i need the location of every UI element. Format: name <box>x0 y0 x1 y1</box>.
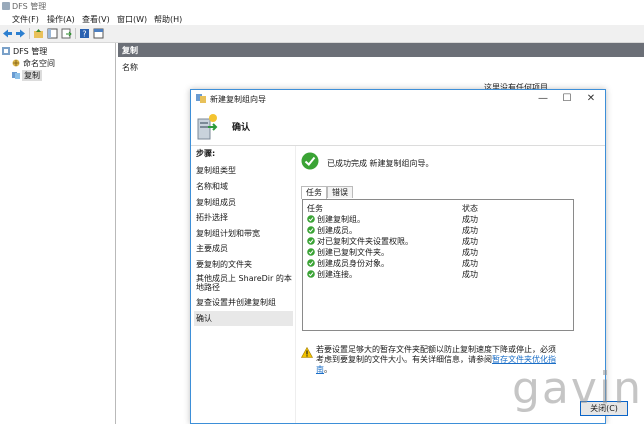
namespace-icon <box>12 59 20 67</box>
table-row: 创建复制组。 成功 <box>303 214 573 224</box>
watermark-text: gavin <box>512 363 644 414</box>
table-row: 创建成员。 成功 <box>303 225 573 235</box>
properties-icon[interactable] <box>93 28 104 39</box>
svg-text:?: ? <box>82 30 86 39</box>
forward-arrow-icon[interactable] <box>15 28 26 39</box>
tab-errors[interactable]: 错误 <box>327 186 353 198</box>
replication-wizard-icon <box>197 114 218 140</box>
wizard-title-icon <box>196 94 206 103</box>
step-item: 名称和域 <box>196 182 228 191</box>
task-status: 成功 <box>462 248 478 257</box>
menu-file[interactable]: 文件(F) <box>12 14 39 25</box>
menu-help[interactable]: 帮助(H) <box>154 14 182 25</box>
success-check-icon <box>307 248 315 256</box>
step-item: 拓扑选择 <box>196 213 228 222</box>
success-check-icon <box>307 270 315 278</box>
back-arrow-icon[interactable] <box>2 28 13 39</box>
wizard-header: 确认 <box>191 108 605 146</box>
task-name: 创建已复制文件夹。 <box>317 248 389 257</box>
task-list: 任务 状态 创建复制组。 成功 创建成员。 成功 对已复制文件夹设置权限。 成功… <box>302 199 574 331</box>
task-status: 成功 <box>462 226 478 235</box>
task-name: 创建复制组。 <box>317 215 365 224</box>
step-item: 要复制的文件夹 <box>196 260 252 269</box>
task-name: 创建成员身份对象。 <box>317 259 389 268</box>
table-row: 对已复制文件夹设置权限。 成功 <box>303 236 573 246</box>
wizard-title: 新建复制组向导 <box>210 95 266 104</box>
task-status: 成功 <box>462 237 478 246</box>
app-icon <box>2 2 10 10</box>
table-row: 创建成员身份对象。 成功 <box>303 258 573 268</box>
step-item-current: 确认 <box>194 311 293 326</box>
task-status: 成功 <box>462 215 478 224</box>
task-name: 创建成员。 <box>317 226 357 235</box>
step-item: 主要成员 <box>196 244 228 253</box>
step-item: 其他成员上 ShareDir 的本地路径 <box>196 274 292 292</box>
success-message: 已成功完成 新建复制组向导。 <box>327 159 434 168</box>
menu-action[interactable]: 操作(A) <box>47 14 75 25</box>
success-check-icon <box>307 259 315 267</box>
tab-tasks[interactable]: 任务 <box>301 186 327 199</box>
tree-item-label: 命名空间 <box>23 59 55 68</box>
window-title: DFS 管理 <box>12 2 47 11</box>
close-icon[interactable]: ✕ <box>579 92 603 106</box>
warning-icon <box>301 347 313 358</box>
task-column-header[interactable]: 任务 <box>307 203 323 214</box>
task-status: 成功 <box>462 259 478 268</box>
task-name: 对已复制文件夹设置权限。 <box>317 237 413 246</box>
success-check-icon <box>307 226 315 234</box>
maximize-icon[interactable]: ☐ <box>555 92 579 106</box>
up-folder-icon[interactable] <box>33 28 44 39</box>
name-column-header[interactable]: 名称 <box>122 62 138 73</box>
replication-icon <box>12 72 20 79</box>
show-hide-tree-icon[interactable] <box>47 28 58 39</box>
menu-window[interactable]: 窗口(W) <box>117 14 147 25</box>
table-row: 创建连接。 成功 <box>303 269 573 279</box>
step-item: 复查设置并创建复制组 <box>196 298 276 307</box>
toolbar-separator <box>75 28 76 39</box>
tree-item-label: DFS 管理 <box>13 47 48 56</box>
step-item: 复制组计划和带宽 <box>196 229 260 238</box>
toolbar: ? <box>0 25 644 43</box>
minimize-icon[interactable]: — <box>531 92 555 106</box>
success-check-icon <box>307 215 315 223</box>
task-name: 创建连接。 <box>317 270 357 279</box>
title-bar: DFS 管理 <box>0 0 644 12</box>
wizard-title-bar: 新建复制组向导 — ☐ ✕ <box>191 90 605 108</box>
note-suffix: 。 <box>324 365 332 374</box>
menu-bar: 文件(F) 操作(A) 查看(V) 窗口(W) 帮助(H) <box>0 12 644 25</box>
task-status: 成功 <box>462 270 478 279</box>
tree-item-label: 复制 <box>22 70 42 81</box>
wizard-page-title: 确认 <box>232 123 251 133</box>
success-check-icon <box>301 152 319 170</box>
step-item: 复制组成员 <box>196 198 236 207</box>
menu-view[interactable]: 查看(V) <box>82 14 110 25</box>
steps-header: 步骤: <box>196 149 216 158</box>
content-header: 复制 <box>118 43 644 57</box>
status-column-header[interactable]: 状态 <box>462 203 478 214</box>
dfs-icon <box>2 47 10 55</box>
help-icon[interactable]: ? <box>79 28 90 39</box>
success-check-icon <box>307 237 315 245</box>
toolbar-separator <box>29 28 30 39</box>
step-item: 复制组类型 <box>196 166 236 175</box>
navigation-tree: DFS 管理 命名空间 复制 <box>0 43 116 424</box>
table-row: 创建已复制文件夹。 成功 <box>303 247 573 257</box>
content-header-title: 复制 <box>122 46 138 55</box>
export-list-icon[interactable] <box>61 28 72 39</box>
wizard-steps-panel: 步骤: 复制组类型 名称和域 复制组成员 拓扑选择 复制组计划和带宽 主要成员 … <box>191 146 296 423</box>
